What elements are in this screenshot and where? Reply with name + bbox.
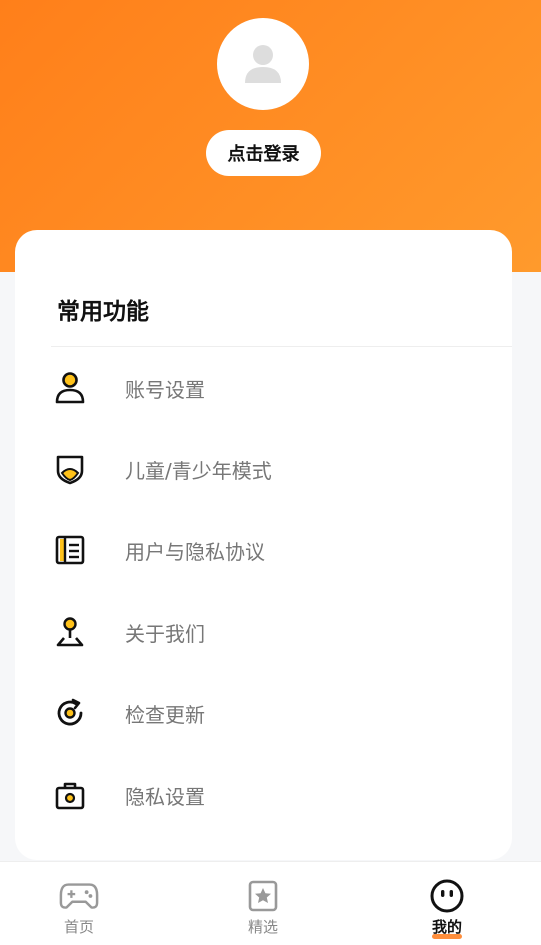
- active-tab-indicator: [431, 934, 462, 939]
- person-icon: [52, 370, 88, 406]
- avatar[interactable]: [217, 18, 309, 110]
- agreement-book-icon: [52, 532, 88, 568]
- menu-item-label: 关于我们: [125, 621, 205, 646]
- menu-item-privacy-agreement[interactable]: 用户与隐私协议: [15, 515, 512, 585]
- tab-label-active: 我的: [431, 916, 462, 939]
- menu-item-account-settings[interactable]: 账号设置: [15, 353, 512, 423]
- lock-bag-icon: [52, 777, 88, 813]
- divider: [51, 346, 512, 347]
- star-badge-icon: [243, 878, 283, 914]
- menu-item-label: 儿童/青少年模式: [125, 458, 272, 483]
- menu-item-kids-mode[interactable]: 儿童/青少年模式: [15, 434, 512, 504]
- map-pin-icon: [52, 614, 88, 650]
- tab-featured[interactable]: 精选: [203, 862, 323, 945]
- common-functions-card: 常用功能 账号设置 儿童/青少年模式 用户与隐私协议 关于我们 检查更新 隐私设…: [15, 230, 512, 860]
- user-avatar-icon: [245, 45, 281, 83]
- tab-home[interactable]: 首页: [19, 862, 139, 945]
- menu-item-privacy-settings[interactable]: 隐私设置: [15, 760, 512, 830]
- shield-icon: [52, 451, 88, 487]
- tab-label: 首页: [63, 918, 94, 936]
- login-button[interactable]: 点击登录: [206, 130, 321, 176]
- menu-item-about-us[interactable]: 关于我们: [15, 597, 512, 667]
- tab-label: 精选: [247, 918, 278, 936]
- refresh-icon: [52, 695, 88, 731]
- section-title: 常用功能: [57, 299, 149, 325]
- menu-item-check-update[interactable]: 检查更新: [15, 678, 512, 748]
- menu-item-label: 账号设置: [125, 377, 205, 402]
- bottom-tab-bar: 首页 精选 我的: [0, 861, 541, 945]
- menu-item-label: 检查更新: [125, 702, 205, 727]
- menu-item-label: 用户与隐私协议: [125, 539, 265, 564]
- menu-item-label: 隐私设置: [125, 784, 205, 809]
- tab-mine[interactable]: 我的: [387, 862, 507, 945]
- face-icon: [427, 878, 467, 914]
- gamepad-icon: [59, 878, 99, 914]
